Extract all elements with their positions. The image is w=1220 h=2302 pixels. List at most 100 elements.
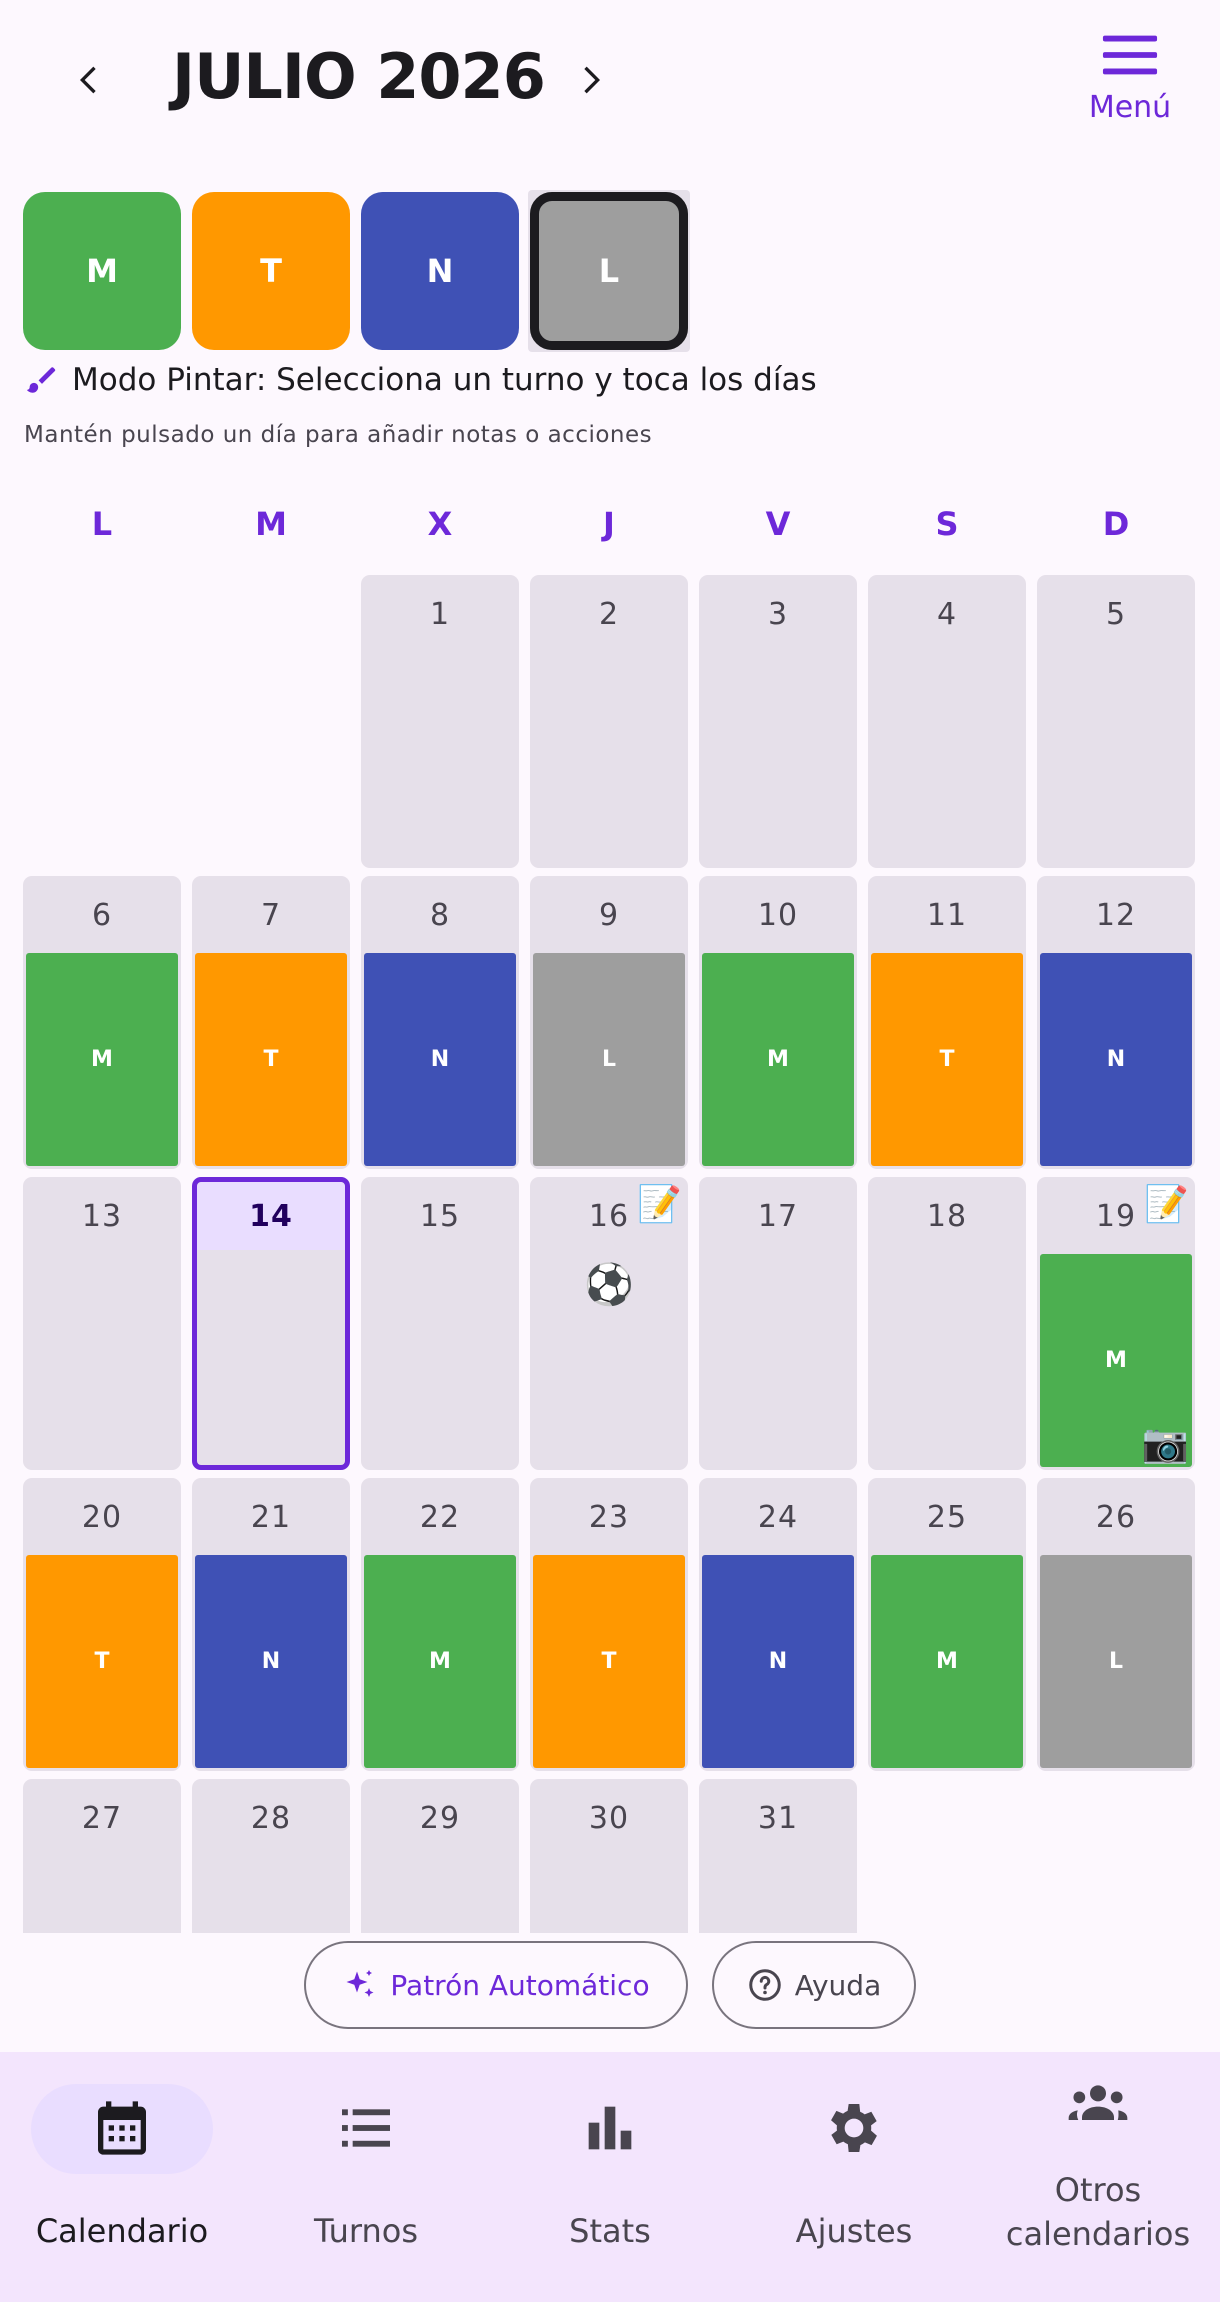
weekday-label: L (91, 505, 113, 543)
long-press-hint: Mantén pulsado un día para añadir notas … (24, 422, 653, 448)
day-cell[interactable]: 13 (23, 1177, 181, 1470)
shift-chip-label: M (86, 252, 118, 290)
day-cell[interactable]: 27 (23, 1779, 181, 1933)
weekday-label: D (1102, 505, 1130, 543)
prev-month-button[interactable] (60, 50, 120, 110)
day-cell-today[interactable]: 14 (192, 1177, 350, 1470)
shift-block: N (364, 953, 516, 1166)
day-cell[interactable]: 21 N (192, 1478, 350, 1771)
shift-chip-t[interactable]: T (192, 192, 350, 350)
shift-chip-m[interactable]: M (23, 192, 181, 350)
weekday-label: X (427, 505, 453, 543)
help-button[interactable]: Ayuda (712, 1941, 916, 2029)
action-buttons: Patrón Automático Ayuda (0, 1941, 1220, 2029)
shift-chip-n[interactable]: N (361, 192, 519, 350)
day-cell[interactable]: 3 (699, 575, 857, 868)
nav-calendario[interactable]: Calendario (0, 2052, 244, 2302)
day-cell[interactable]: 11 T (868, 876, 1026, 1169)
weekday-label: M (255, 505, 287, 543)
note-icon: 📝 (1144, 1184, 1189, 1225)
list-icon (342, 2109, 390, 2147)
day-number: 6 (91, 898, 113, 933)
help-label: Ayuda (794, 1968, 882, 2002)
shift-block: L (533, 953, 685, 1166)
day-cell[interactable]: 2 (530, 575, 688, 868)
shift-chip-label: N (426, 252, 454, 290)
day-cell[interactable]: 1 (361, 575, 519, 868)
day-cell[interactable]: 8N (361, 876, 519, 1169)
sparkles-icon (346, 1970, 374, 1997)
shift-block: T (533, 1555, 685, 1768)
nav-otros-calendarios[interactable]: Otros calendarios (976, 2052, 1220, 2302)
nav-stats[interactable]: Stats (488, 2052, 732, 2302)
menu-label: Menú (1088, 90, 1172, 125)
shift-block: M (702, 953, 854, 1166)
auto-pattern-button[interactable]: Patrón Automático (304, 1941, 688, 2029)
chevron-right-icon (584, 66, 600, 94)
day-cell[interactable]: 20 T (23, 1478, 181, 1771)
day-number: 20 (81, 1500, 123, 1535)
shift-chip-l[interactable]: L (528, 190, 690, 352)
day-cell[interactable]: 30 (530, 1779, 688, 1933)
shift-block: N (1040, 953, 1192, 1166)
day-number: 5 (1105, 597, 1127, 632)
empty-cell (192, 575, 350, 868)
day-cell[interactable]: 23 T (530, 1478, 688, 1771)
day-cell[interactable]: 6M (23, 876, 181, 1169)
day-number: 30 (588, 1801, 630, 1836)
day-number: 25 (926, 1500, 968, 1535)
day-cell[interactable]: 18 (868, 1177, 1026, 1470)
nav-label-stats: Stats (569, 2212, 651, 2250)
day-cell[interactable]: 28 (192, 1779, 350, 1933)
day-number: 21 (250, 1500, 292, 1535)
day-cell[interactable]: 7T (192, 876, 350, 1169)
weekday-label: J (603, 505, 615, 543)
nav-turnos[interactable]: Turnos (244, 2052, 488, 2302)
nav-label-otros-calendarios: Otros calendarios (1005, 2171, 1191, 2253)
day-cell[interactable]: 15 (361, 1177, 519, 1470)
hamburger-menu-icon (1102, 35, 1158, 75)
weekday-header: LMXJVSD (23, 505, 1197, 543)
empty-cell (23, 575, 181, 868)
camera-icon: 📷 (1141, 1421, 1189, 1465)
day-number: 27 (81, 1801, 123, 1836)
gear-icon (831, 2104, 877, 2152)
next-month-button[interactable] (560, 50, 620, 110)
chevron-left-icon (80, 66, 96, 94)
shift-block: M (26, 953, 178, 1166)
day-cell[interactable]: 26 L (1037, 1478, 1195, 1771)
day-number: 1 (429, 597, 451, 632)
day-cell[interactable]: 24 N (699, 1478, 857, 1771)
shift-chip-label: T (260, 252, 282, 290)
day-cell[interactable]: 9L (530, 876, 688, 1169)
day-number: 7 (260, 898, 282, 933)
day-cell[interactable]: 16 📝 ⚽ (530, 1177, 688, 1470)
shift-block: N (195, 1555, 347, 1768)
day-cell[interactable]: 25 M (868, 1478, 1026, 1771)
day-number: 8 (429, 898, 451, 933)
soccer-ball-icon: ⚽ (584, 1262, 634, 1308)
day-number: 9 (598, 898, 620, 933)
day-number: 28 (250, 1801, 292, 1836)
day-cell[interactable]: 12 N (1037, 876, 1195, 1169)
shift-block: T (871, 953, 1023, 1166)
auto-pattern-label: Patrón Automático (390, 1968, 650, 2002)
shift-block: T (195, 953, 347, 1166)
day-cell[interactable]: 22 M (361, 1478, 519, 1771)
paint-mode-text: Modo Pintar: Selecciona un turno y toca … (72, 362, 817, 398)
nav-ajustes[interactable]: Ajustes (732, 2052, 976, 2302)
day-cell[interactable]: 4 (868, 575, 1026, 868)
bar-chart-icon (588, 2106, 632, 2150)
day-cell[interactable]: 10 M (699, 876, 857, 1169)
shift-block: T (26, 1555, 178, 1768)
menu-button[interactable]: Menú (1070, 30, 1190, 125)
day-cell[interactable]: 29 (361, 1779, 519, 1933)
day-cell[interactable]: 19 M 📝 📷 (1037, 1177, 1195, 1470)
day-cell[interactable]: 5 (1037, 575, 1195, 868)
day-number: 2 (598, 597, 620, 632)
day-cell[interactable]: 31 (699, 1779, 857, 1933)
help-circle-icon (748, 1969, 781, 2001)
day-cell[interactable]: 17 (699, 1177, 857, 1470)
day-number: 23 (588, 1500, 630, 1535)
paintbrush-icon (26, 367, 56, 393)
